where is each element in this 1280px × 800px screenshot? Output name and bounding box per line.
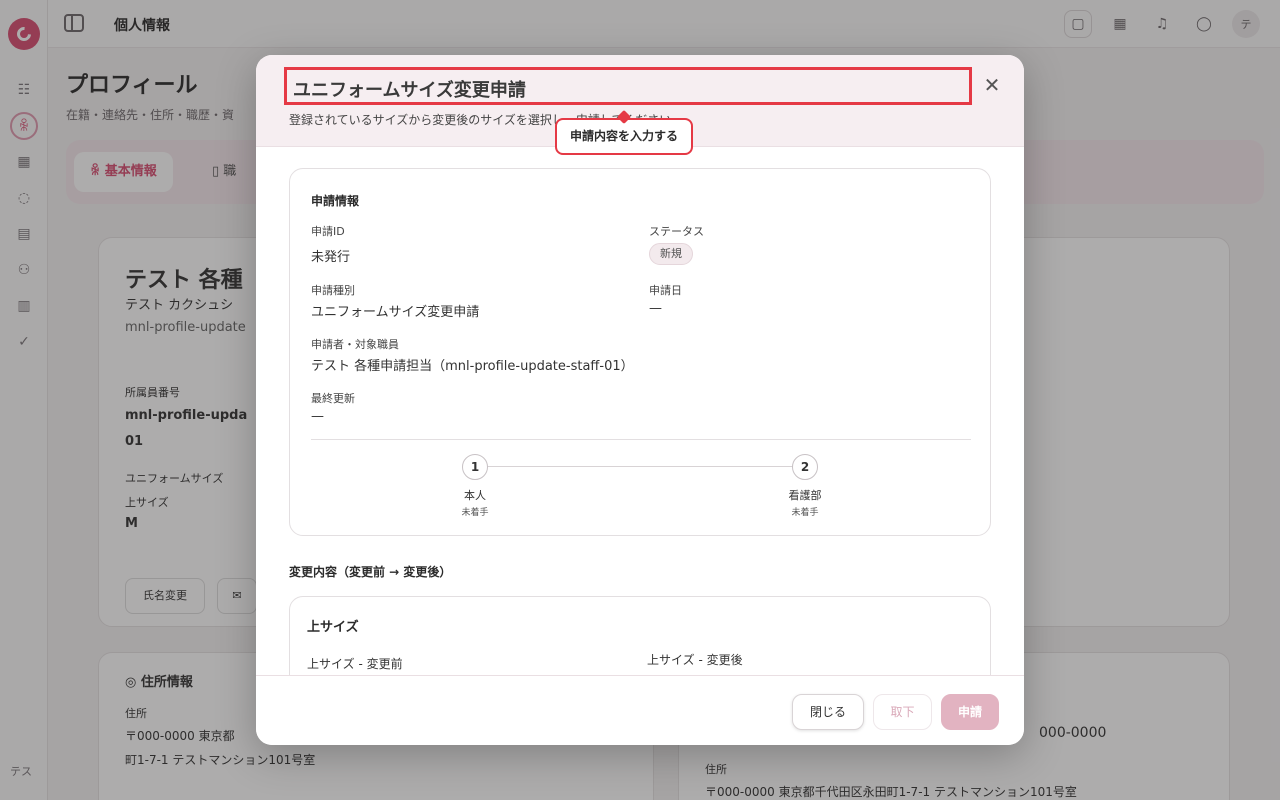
applicant-value: テスト 各種申請担当（mnl-profile-update-staff-01） xyxy=(311,359,634,374)
size-card-heading: 上サイズ xyxy=(307,620,359,635)
application-type-label: 申請種別 xyxy=(311,284,355,297)
modal-footer: 閉じる 取下 申請 xyxy=(256,675,1024,745)
modal-header: ユニフォームサイズ変更申請 ✕ 登録されているサイズから変更後のサイズを選択し、… xyxy=(256,55,1024,155)
workflow-step-state: 未着手 xyxy=(461,508,489,518)
last-updated-label: 最終更新 xyxy=(311,392,355,405)
application-date-label: 申請日 xyxy=(649,284,682,297)
workflow-line xyxy=(475,466,805,467)
workflow-step-circle: 2 xyxy=(792,454,818,480)
withdraw-button[interactable]: 取下 xyxy=(873,694,932,730)
submit-button[interactable]: 申請 xyxy=(941,694,999,730)
application-info-card: 申請情報 申請ID 未発行 ステータス 新規 申請種別 ユニフォームサイズ変更申… xyxy=(289,168,991,536)
workflow-step-state: 未着手 xyxy=(791,508,819,518)
close-button[interactable]: 閉じる xyxy=(792,694,864,730)
card-divider xyxy=(311,439,971,440)
workflow-step-circle: 1 xyxy=(462,454,488,480)
application-type-value: ユニフォームサイズ変更申請 xyxy=(311,305,480,320)
uniform-size-change-modal: ユニフォームサイズ変更申請 ✕ 登録されているサイズから変更後のサイズを選択し、… xyxy=(256,55,1024,745)
status-badge: 新規 xyxy=(649,243,693,265)
modal-body[interactable]: 申請情報 申請ID 未発行 ステータス 新規 申請種別 ユニフォームサイズ変更申… xyxy=(256,147,1024,675)
close-icon[interactable]: ✕ xyxy=(980,73,1004,97)
application-id-label: 申請ID xyxy=(311,225,345,238)
card-heading: 申請情報 xyxy=(311,194,360,208)
last-updated-value: — xyxy=(311,409,324,424)
applicant-label: 申請者・対象職員 xyxy=(311,338,399,351)
application-date-value: — xyxy=(649,301,662,316)
application-id-value: 未発行 xyxy=(311,250,351,265)
workflow-step-name: 本人 xyxy=(464,489,486,502)
workflow-step-name: 看護部 xyxy=(788,489,822,502)
modal-title: ユニフォームサイズ変更申請 xyxy=(284,67,972,105)
size-after-label: 上サイズ - 変更後 xyxy=(647,653,743,667)
change-section-title: 変更内容（変更前 → 変更後） xyxy=(289,565,452,579)
status-label: ステータス xyxy=(649,225,704,238)
top-size-card: 上サイズ 上サイズ - 変更前 上サイズ - 変更後 xyxy=(289,596,991,675)
size-before-label: 上サイズ - 変更前 xyxy=(307,657,403,671)
